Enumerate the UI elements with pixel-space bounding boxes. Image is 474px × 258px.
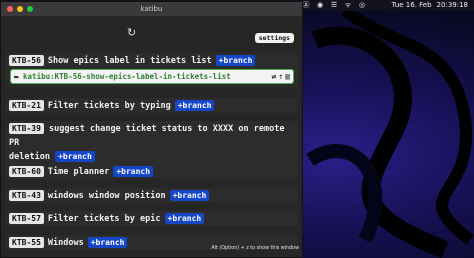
ticket-title-line1: suggest change ticket status to XXXX on … bbox=[9, 124, 285, 148]
status-icon-9[interactable]: ◉ bbox=[316, 1, 324, 9]
wallpaper-swirl bbox=[306, 10, 474, 258]
traffic-lights bbox=[7, 6, 33, 12]
ticket-ktb-60[interactable]: KTB-60 Time planner +branch bbox=[6, 164, 298, 179]
ticket-key[interactable]: KTB-43 bbox=[9, 190, 44, 201]
toolbar: ↻ settings bbox=[1, 16, 302, 48]
add-branch-button[interactable]: +branch bbox=[87, 237, 128, 248]
ticket-title: Show epics label in tickets list bbox=[47, 55, 212, 66]
add-branch-button[interactable]: +branch bbox=[113, 166, 154, 177]
ticket-key[interactable]: KTB-60 bbox=[9, 166, 44, 177]
ticket-ktb-57[interactable]: KTB-57 Filter tickets by epic +branch bbox=[6, 211, 298, 226]
ticket-title: Filter tickets by epic bbox=[47, 213, 161, 224]
window-titlebar[interactable]: katibu bbox=[1, 2, 302, 16]
status-icon-10[interactable]: ☰ bbox=[330, 1, 338, 9]
ticket-key[interactable]: KTB-21 bbox=[9, 100, 44, 111]
settings-button[interactable]: settings bbox=[254, 33, 294, 43]
menu-date: Tue 16. Feb bbox=[391, 1, 432, 9]
window-title: katibu bbox=[140, 5, 163, 13]
branch-name-box: ▬ katibu:KTB-56-show-epics-label-in-tick… bbox=[10, 69, 294, 84]
menu-clock[interactable]: Tue 16. Feb 20:39:18 bbox=[392, 1, 468, 9]
ticket-key[interactable]: KTB-56 bbox=[9, 55, 44, 66]
ticket-ktb-56[interactable]: KTB-56 Show epics label in tickets list … bbox=[6, 53, 298, 87]
ticket-ktb-43[interactable]: KTB-43 windows window position +branch bbox=[6, 188, 298, 203]
branch-repo: katibu bbox=[23, 72, 51, 81]
wifi-icon[interactable]: ᯤ bbox=[344, 1, 352, 9]
maximize-window-button[interactable] bbox=[27, 6, 33, 12]
menu-time: 20:39:18 bbox=[436, 1, 468, 9]
ticket-key[interactable]: KTB-57 bbox=[9, 213, 44, 224]
trash-icon[interactable]: ▥ bbox=[285, 72, 290, 81]
ticket-ktb-21[interactable]: KTB-21 Filter tickets by typing +branch bbox=[6, 98, 298, 113]
ticket-title: Time planner bbox=[47, 166, 110, 177]
branch-name-text[interactable]: ▬ katibu:KTB-56-show-epics-label-in-tick… bbox=[14, 72, 270, 81]
switch-branch-icon[interactable]: ⇄ bbox=[272, 72, 277, 81]
status-icon-8[interactable]: Ⓐ bbox=[302, 1, 310, 9]
upload-icon[interactable]: ⇡ bbox=[278, 72, 283, 81]
refresh-icon[interactable]: ↻ bbox=[127, 26, 136, 39]
git-icon: ▬ bbox=[14, 72, 19, 81]
ticket-title: Filter tickets by typing bbox=[47, 100, 171, 111]
branch-name: KTB-56-show-epics-label-in-tickets-list bbox=[54, 72, 231, 81]
app-window: katibu ↻ settings KTB-56 Show epics labe… bbox=[0, 1, 303, 258]
add-branch-button[interactable]: +branch bbox=[169, 190, 210, 201]
ticket-title-line2: deletion bbox=[9, 152, 50, 162]
add-branch-button[interactable]: +branch bbox=[55, 151, 95, 162]
ticket-key[interactable]: KTB-55 bbox=[9, 237, 44, 248]
add-branch-button[interactable]: +branch bbox=[215, 55, 256, 66]
control-center-icon[interactable]: ◎ bbox=[358, 1, 366, 9]
minimize-window-button[interactable] bbox=[17, 6, 23, 12]
close-window-button[interactable] bbox=[7, 6, 13, 12]
ticket-title: Windows bbox=[47, 237, 84, 248]
add-branch-button[interactable]: +branch bbox=[174, 100, 215, 111]
ticket-title: windows window position bbox=[47, 190, 166, 201]
ticket-ktb-39[interactable]: KTB-39 suggest change ticket status to X… bbox=[6, 121, 298, 165]
add-branch-button[interactable]: +branch bbox=[164, 213, 205, 224]
ticket-key[interactable]: KTB-39 bbox=[9, 123, 44, 134]
shortcut-hint: Alt (Option) + z to show this window bbox=[211, 246, 299, 251]
